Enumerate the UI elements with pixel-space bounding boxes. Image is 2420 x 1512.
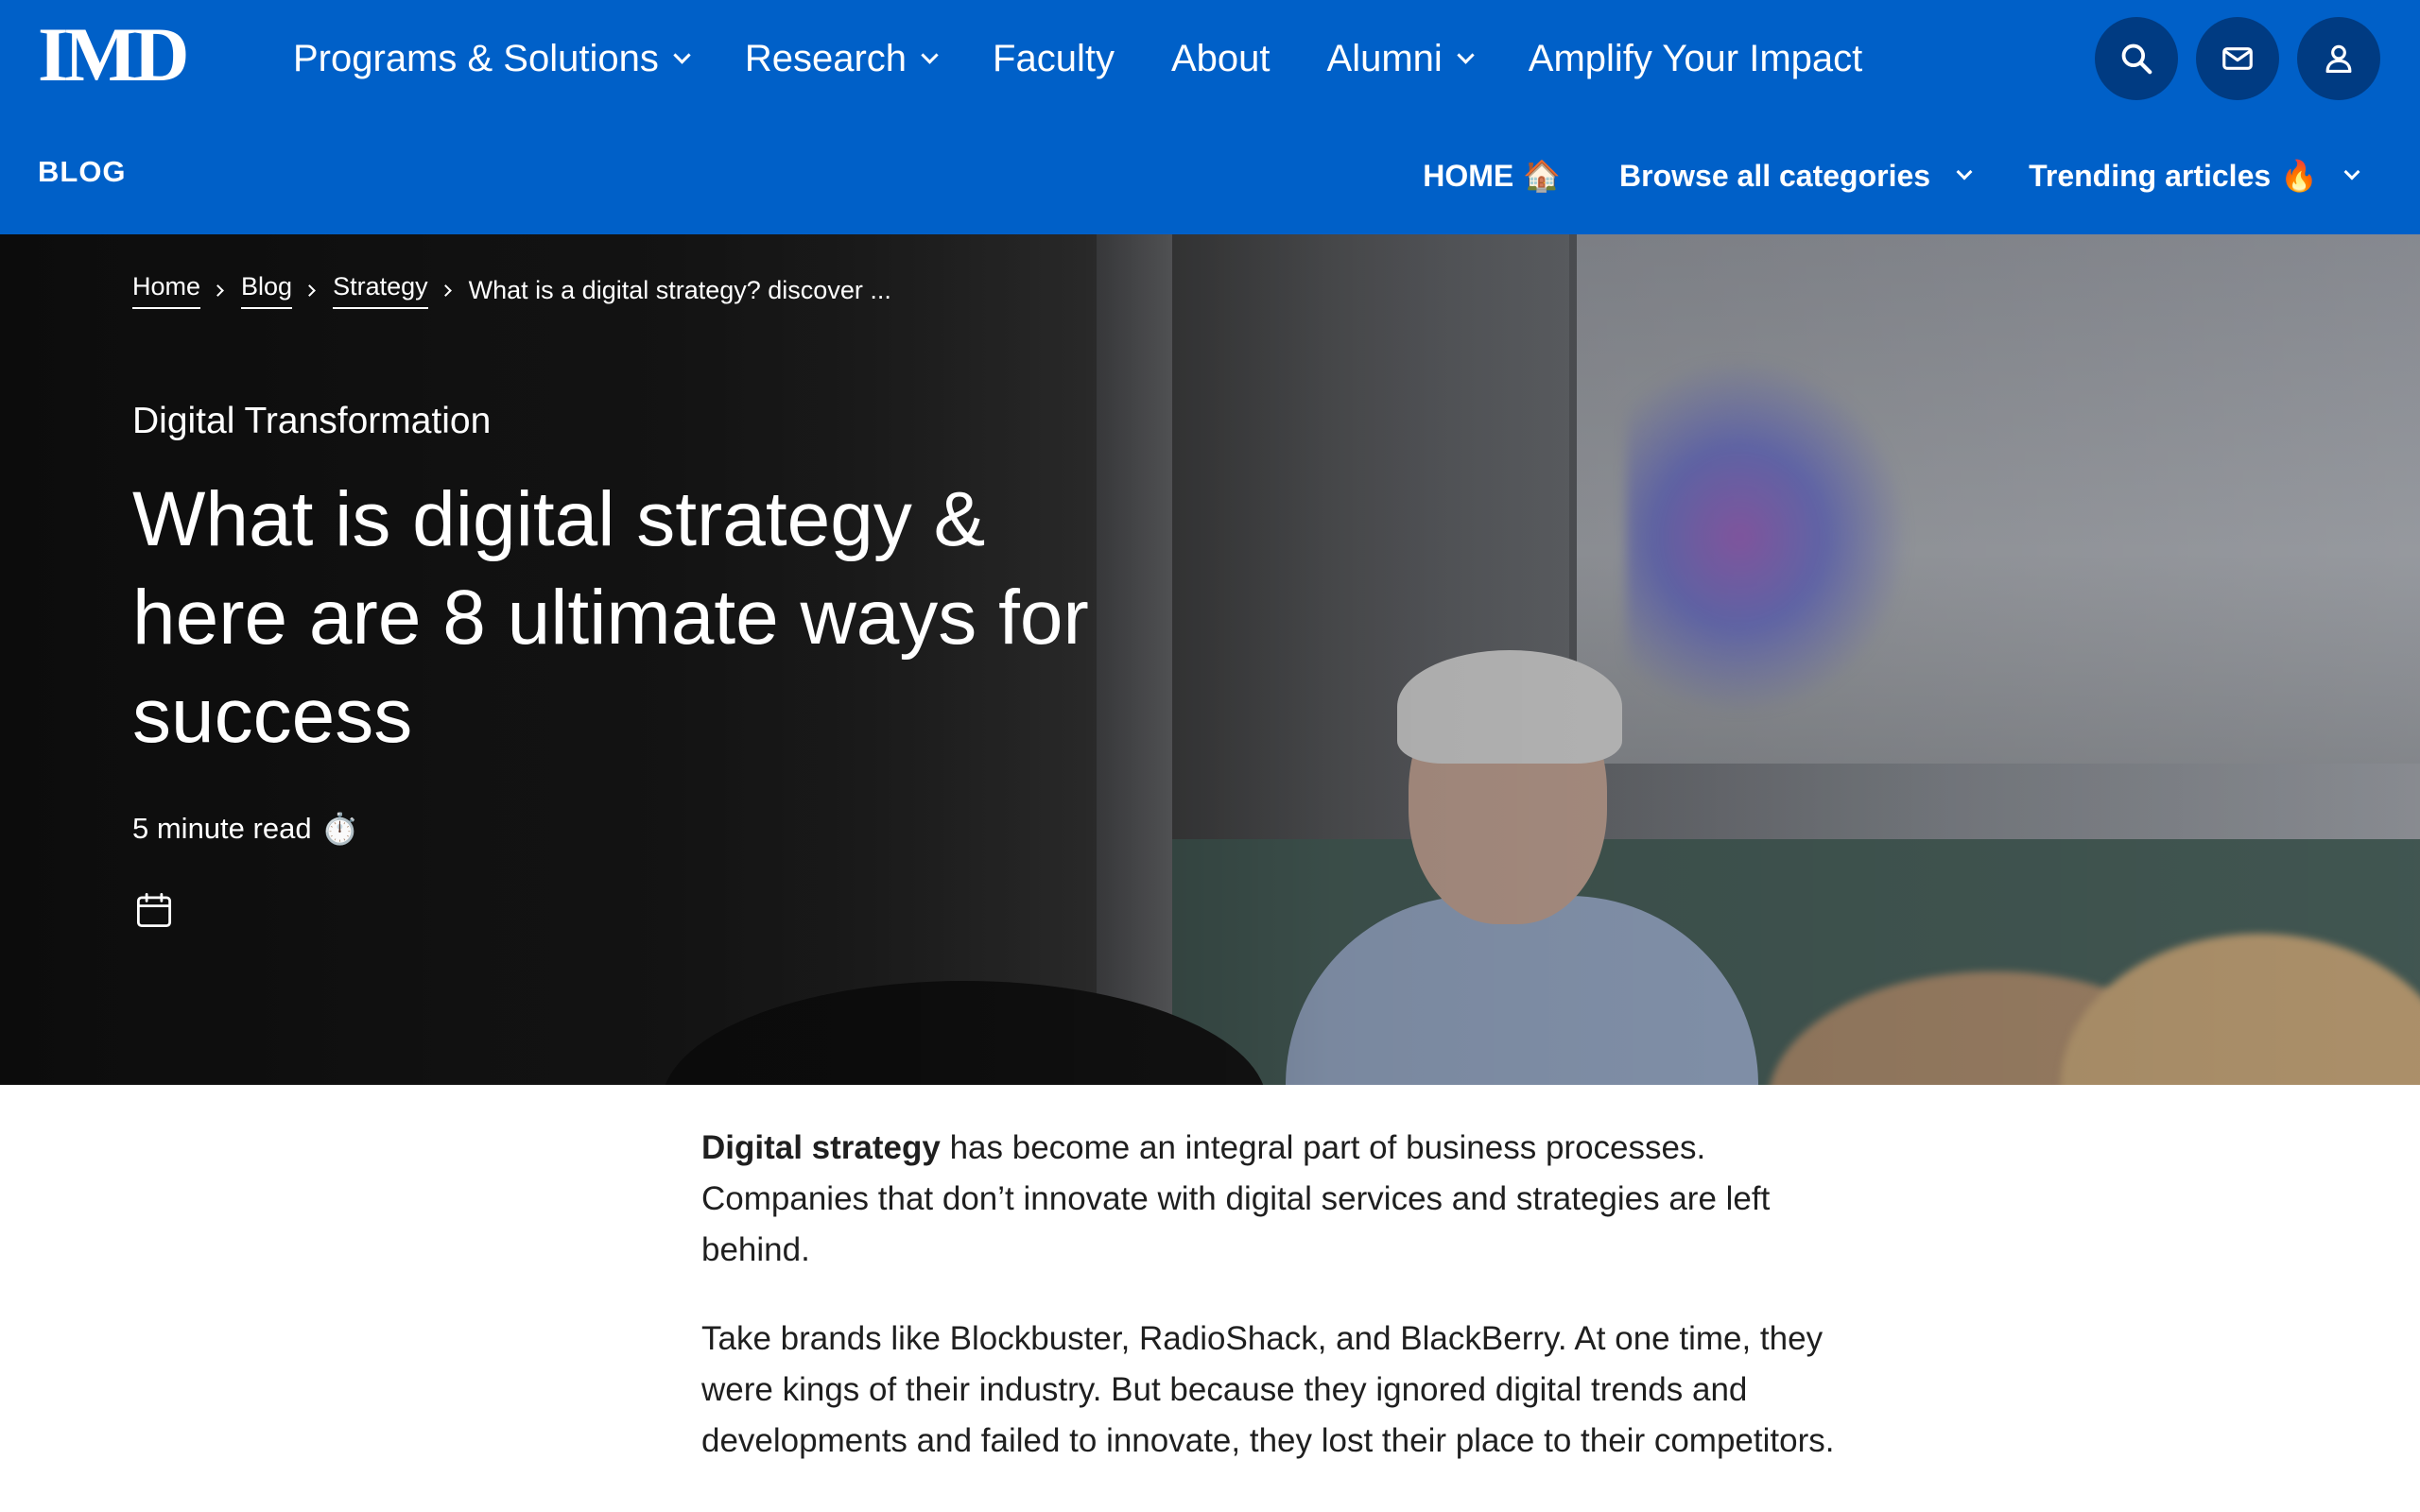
nav-label: Research <box>744 37 908 79</box>
chevron-right-icon <box>212 284 224 297</box>
chevron-down-icon <box>1457 45 1475 64</box>
search-icon <box>2121 43 2152 75</box>
chevron-down-icon <box>1956 163 1973 180</box>
article-paragraph: Take brands like Blockbuster, RadioShack… <box>701 1320 1835 1459</box>
breadcrumb: Home Blog Strategy What is a digital str… <box>132 272 891 309</box>
chevron-down-icon <box>673 45 691 64</box>
nav-programs-solutions[interactable]: Programs & Solutions <box>293 37 691 80</box>
article-title: What is digital strategy & here are 8 ul… <box>132 476 1089 759</box>
subnav-label: Browse all categories <box>1619 158 1931 193</box>
mail-icon <box>2222 47 2253 70</box>
chevron-right-icon <box>303 284 316 297</box>
stopwatch-icon: ⏱️ <box>320 812 359 846</box>
article-category: Digital Transformation <box>132 401 492 441</box>
breadcrumb-current: What is a digital strategy? discover ... <box>468 276 891 304</box>
subnav-trending-articles[interactable]: Trending articles 🔥 <box>2029 158 2360 194</box>
breadcrumb-home[interactable]: Home <box>132 272 201 309</box>
nav-label: Programs & Solutions <box>293 37 659 79</box>
imd-logo[interactable]: IMD <box>38 16 190 94</box>
breadcrumb-strategy[interactable]: Strategy <box>333 272 428 309</box>
subnav-label: HOME <box>1423 158 1514 193</box>
fire-icon: 🔥 <box>2280 159 2318 193</box>
chevron-right-icon <box>439 284 452 297</box>
user-icon <box>2325 44 2352 74</box>
account-button[interactable] <box>2297 17 2380 100</box>
read-time: 5 minute read ⏱️ <box>132 811 358 847</box>
nav-amplify-your-impact[interactable]: Amplify Your Impact <box>1529 38 1863 80</box>
blog-subnav: HOME 🏠 Browse all categories Trending ar… <box>1364 117 2360 234</box>
nav-about[interactable]: About <box>1171 38 1270 80</box>
article-paragraph: Digital strategy has become an integral … <box>701 1123 1836 1276</box>
article-keyword: Digital strategy <box>701 1129 941 1166</box>
nav-research[interactable]: Research <box>744 37 939 80</box>
house-icon: 🏠 <box>1523 159 1562 193</box>
top-navigation-bar: IMD Programs & Solutions Research Facult… <box>0 0 2420 117</box>
subnav-home[interactable]: HOME 🏠 <box>1423 158 1561 194</box>
subnav-browse-categories[interactable]: Browse all categories <box>1619 158 1973 194</box>
read-time-label: 5 minute read <box>132 812 312 845</box>
nav-label: Amplify Your Impact <box>1528 37 1863 79</box>
article-hero: Home Blog Strategy What is a digital str… <box>0 234 2420 1085</box>
chevron-down-icon <box>2343 163 2360 180</box>
subnav-label: Trending articles <box>2029 158 2272 193</box>
article-body: Digital strategy has become an integral … <box>701 1123 1836 1504</box>
main-nav: Programs & Solutions Research Faculty Ab… <box>293 0 1919 117</box>
blog-section-link[interactable]: BLOG <box>38 155 127 189</box>
search-button[interactable] <box>2095 17 2178 100</box>
breadcrumb-blog[interactable]: Blog <box>241 272 293 309</box>
nav-label: About <box>1170 37 1270 79</box>
nav-faculty[interactable]: Faculty <box>993 38 1115 80</box>
nav-alumni[interactable]: Alumni <box>1326 37 1475 80</box>
blog-subnav-bar: BLOG HOME 🏠 Browse all categories Trendi… <box>0 117 2420 234</box>
nav-label: Alumni <box>1326 37 1443 79</box>
nav-label: Faculty <box>993 37 1115 79</box>
mail-button[interactable] <box>2196 17 2279 100</box>
calendar-icon <box>136 892 172 928</box>
chevron-down-icon <box>921 45 939 64</box>
